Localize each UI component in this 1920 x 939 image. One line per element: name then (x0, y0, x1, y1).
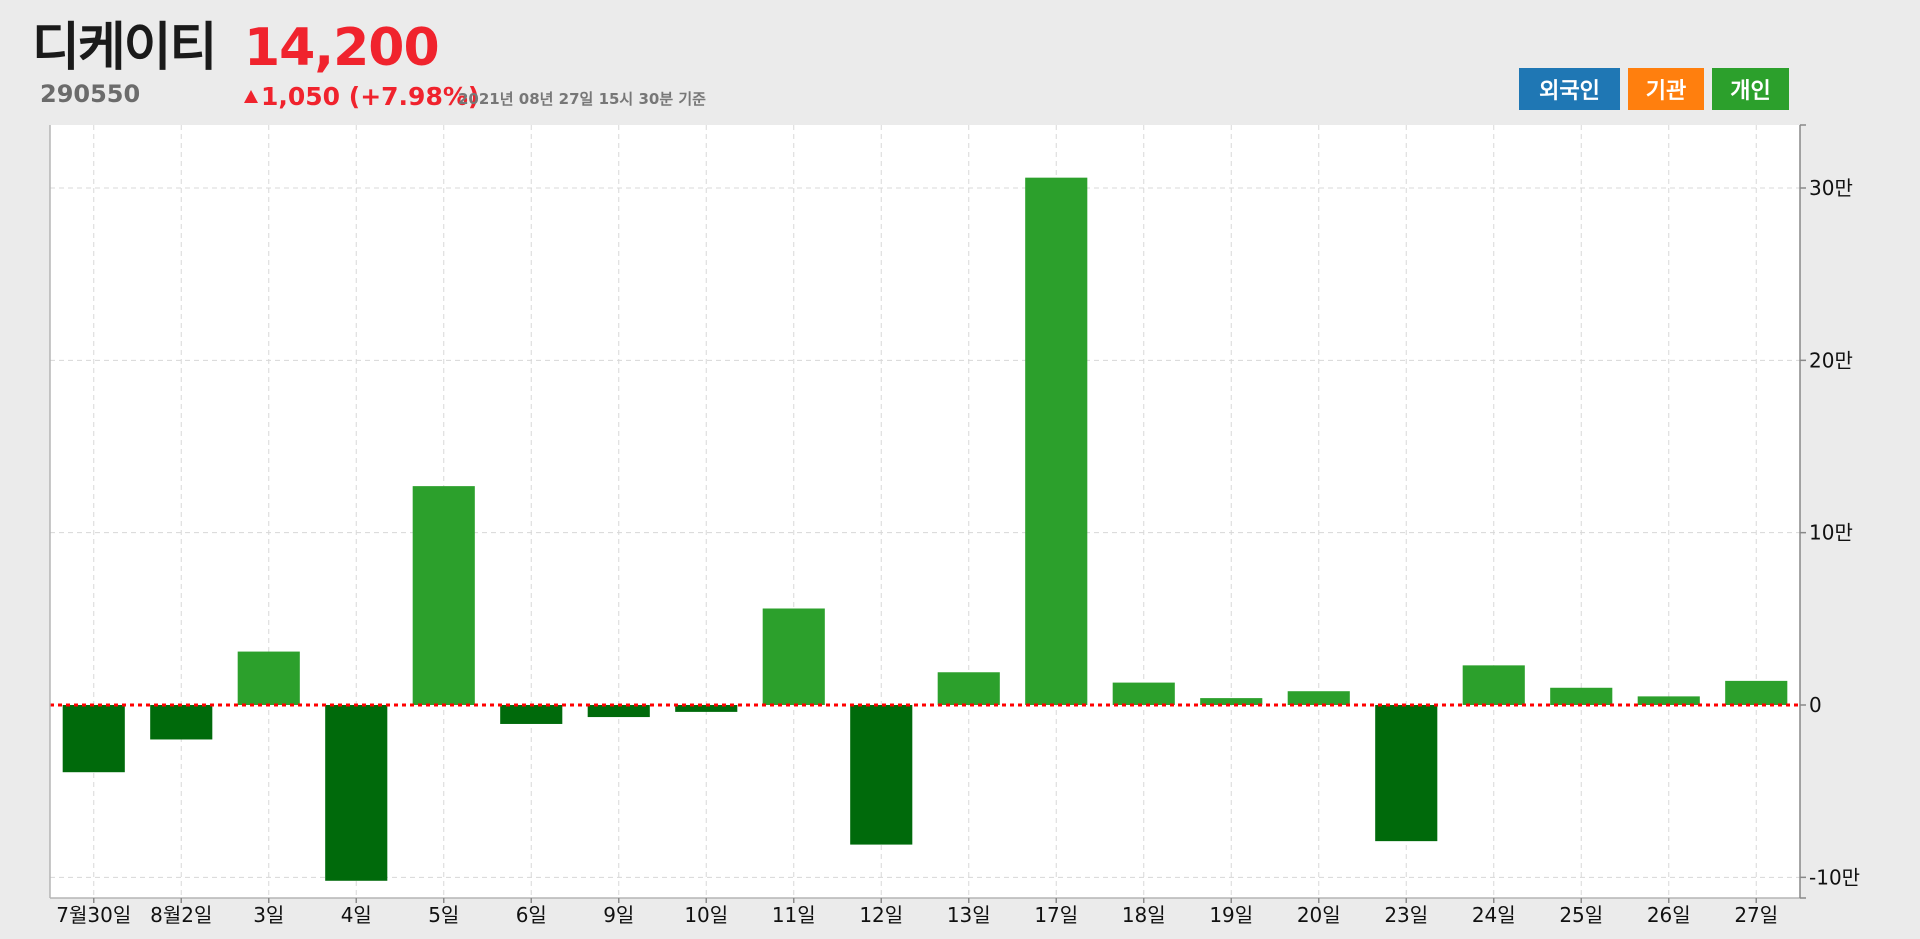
y-tick-label: -10만 (1809, 865, 1860, 889)
x-tick-label: 11일 (772, 903, 816, 927)
bar (937, 672, 1000, 705)
x-tick-label: 7월30일 (56, 903, 131, 927)
bar (1550, 687, 1613, 705)
bar (1725, 680, 1788, 705)
x-tick-label: 19일 (1209, 903, 1253, 927)
bar (587, 705, 650, 718)
bar (762, 608, 825, 705)
y-tick-label: 0 (1809, 693, 1822, 717)
net-buying-bar-chart: -10만 0 10만 20만 30만 7월30일 8월2일 3일 4일 5일 6일 9일 10일 11일 1… (49, 124, 1860, 927)
bar (1462, 665, 1525, 705)
bar (237, 651, 300, 705)
x-tick-label: 3일 (253, 903, 284, 927)
x-tick-label: 4일 (341, 903, 372, 927)
bar (150, 705, 213, 740)
x-tick-label: 27일 (1734, 903, 1778, 927)
x-tick-label: 26일 (1647, 903, 1691, 927)
x-tick-label: 12일 (859, 903, 903, 927)
x-tick-label: 6일 (516, 903, 547, 927)
y-tick-label: 20만 (1809, 348, 1853, 372)
bar (500, 705, 563, 724)
bar (1025, 177, 1088, 705)
bar (1287, 691, 1350, 705)
y-tick-label: 30만 (1809, 176, 1853, 200)
x-tick-label: 17일 (1034, 903, 1078, 927)
bar (850, 705, 913, 845)
x-tick-label: 20일 (1297, 903, 1341, 927)
bar (62, 705, 125, 773)
x-tick-label: 5일 (428, 903, 459, 927)
x-tick-label: 18일 (1122, 903, 1166, 927)
y-tick-label: 10만 (1809, 521, 1853, 545)
x-tick-label: 10일 (684, 903, 728, 927)
x-tick-label: 24일 (1472, 903, 1516, 927)
bar (1112, 682, 1175, 705)
bar (412, 486, 475, 705)
x-tick-label: 9일 (603, 903, 634, 927)
x-tick-label: 25일 (1559, 903, 1603, 927)
x-tick-label: 8월2일 (150, 903, 212, 927)
bar (325, 705, 388, 881)
plot-area (50, 125, 1800, 898)
bar (1375, 705, 1438, 842)
x-tick-label: 13일 (947, 903, 991, 927)
x-tick-label: 23일 (1384, 903, 1428, 927)
